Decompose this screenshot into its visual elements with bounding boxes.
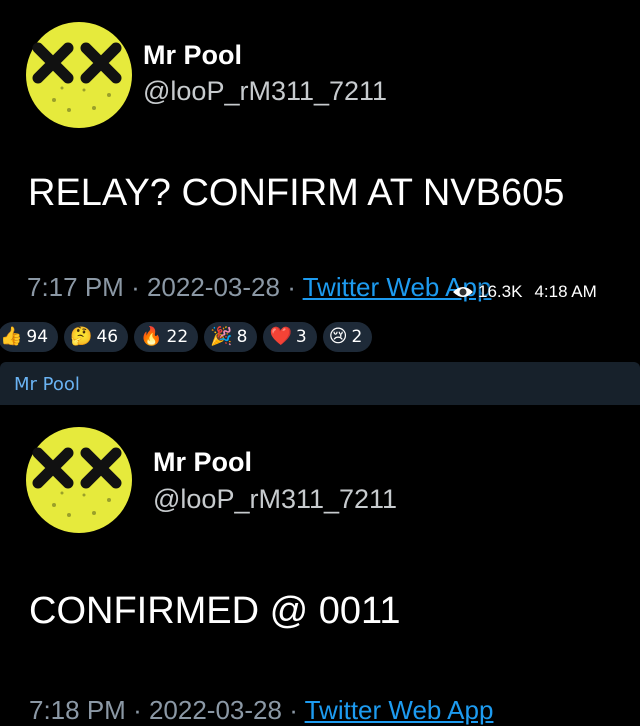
party-popper-icon: 🎉 xyxy=(210,326,233,347)
tweet-time: 7:18 PM xyxy=(29,695,126,725)
crying-face-icon: 😢 xyxy=(328,326,348,347)
reaction-count: 94 xyxy=(26,327,49,347)
tweet-date: 2022-03-28 xyxy=(148,695,282,725)
tweet-meta: 7:18 PM · 2022-03-28 · Twitter Web App xyxy=(29,695,494,725)
reaction-party[interactable]: 🎉 8 xyxy=(204,322,258,352)
tweet-meta: 7:17 PM · 2022-03-28 · Twitter Web App xyxy=(27,272,492,302)
message-sender-header: Mr Pool xyxy=(0,362,640,405)
fire-icon: 🔥 xyxy=(140,326,163,347)
display-name: Mr Pool xyxy=(143,40,242,70)
eye-icon xyxy=(453,287,473,297)
reaction-crying[interactable]: 😢 2 xyxy=(322,322,373,352)
tweet-text: CONFIRMED @ 0011 xyxy=(29,590,401,632)
avatar xyxy=(26,427,132,533)
reaction-count: 2 xyxy=(351,327,363,347)
tweet-date: 2022-03-28 xyxy=(146,272,280,302)
user-handle: @looP_rM311_7211 xyxy=(143,76,388,106)
tweet-source-link[interactable]: Twitter Web App xyxy=(305,695,494,725)
reaction-heart[interactable]: ❤️ 3 xyxy=(263,322,317,352)
reaction-count: 3 xyxy=(295,327,307,347)
reaction-count: 46 xyxy=(96,327,119,347)
message-info-overlay: 16.3K 4:18 AM xyxy=(452,278,597,306)
thinking-face-icon: 🤔 xyxy=(70,326,93,347)
view-count: 16.3K xyxy=(478,282,523,301)
sender-name[interactable]: Mr Pool xyxy=(14,374,80,395)
user-handle: @looP_rM311_7211 xyxy=(153,484,398,514)
reaction-count: 22 xyxy=(166,327,189,347)
reaction-thumbs-up[interactable]: 👍 94 xyxy=(0,322,59,352)
thumbs-up-icon: 👍 xyxy=(0,326,23,347)
reaction-bar: 👍 94 🤔 46 🔥 22 🎉 8 ❤️ 3 😢 2 xyxy=(0,312,640,362)
tweet-screenshot-2: Mr Pool @looP_rM311_7211 CONFIRMED @ 001… xyxy=(0,405,640,725)
reaction-count: 8 xyxy=(236,327,248,347)
tweet-text: RELAY? CONFIRM AT NVB605 xyxy=(28,172,565,214)
message-time: 4:18 AM xyxy=(534,282,597,301)
reaction-fire[interactable]: 🔥 22 xyxy=(134,322,199,352)
reaction-thinking[interactable]: 🤔 46 xyxy=(64,322,129,352)
tweet-screenshot-1: Mr Pool @looP_rM311_7211 RELAY? CONFIRM … xyxy=(0,0,640,312)
tweet-time: 7:17 PM xyxy=(27,272,124,302)
heart-icon: ❤️ xyxy=(269,326,292,347)
display-name: Mr Pool xyxy=(153,447,252,477)
avatar xyxy=(26,22,132,128)
